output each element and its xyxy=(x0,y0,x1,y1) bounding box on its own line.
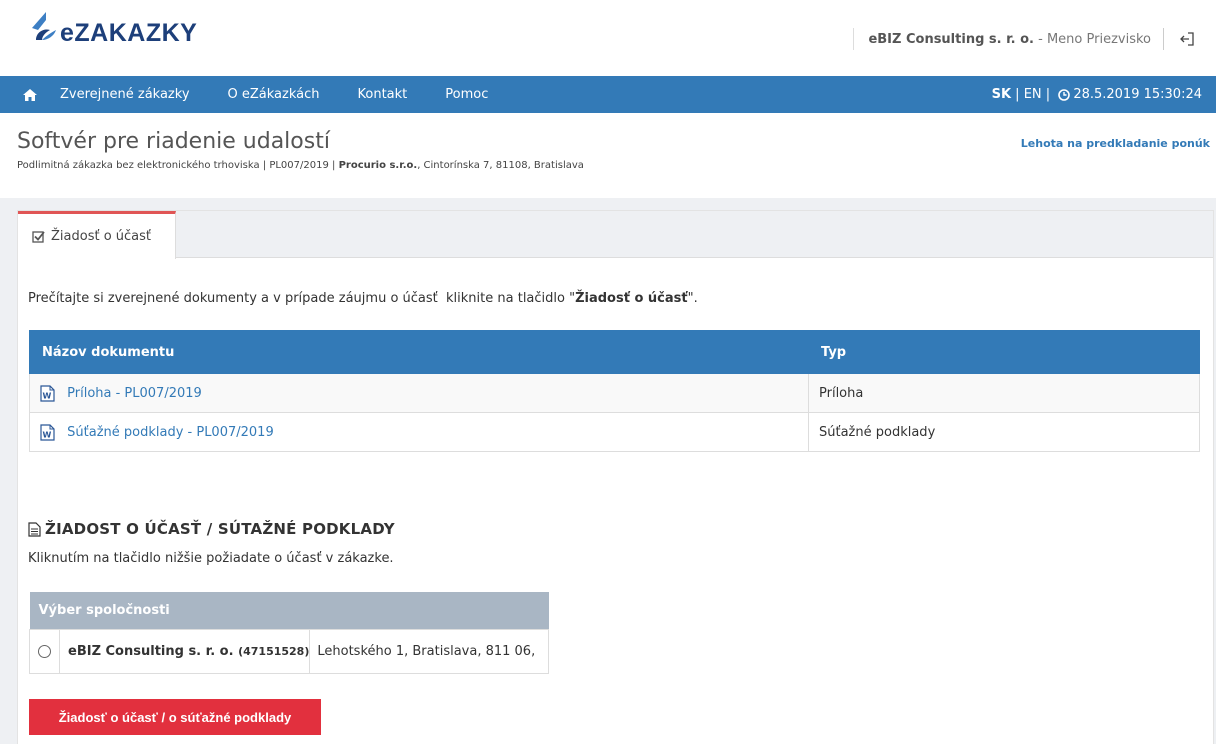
table-row[interactable]: eBIZ Consulting s. r. o. (47151528) Leho… xyxy=(29,628,549,674)
deadline-link[interactable]: Lehota na predkladanie ponúk xyxy=(1021,137,1210,150)
user-box-divider xyxy=(1163,28,1164,50)
title-area: Softvér pre riadenie udalostí Podlimitná… xyxy=(0,113,1216,198)
apply-button[interactable]: Žiadosť o účasť / o súťažné podklady xyxy=(29,699,321,735)
column-header-name: Názov dokumentu xyxy=(29,330,809,374)
table-row: W Príloha - PL007/2019 Príloha xyxy=(29,373,1200,413)
request-title-text: ŽIADOST O ÚČASŤ / SÚTAŽNÉ PODKLADY xyxy=(45,520,395,538)
request-description: Kliknutím na tlačidlo nižšie požiadate o… xyxy=(28,551,394,566)
document-name: Súťažné podklady - PL007/2019 xyxy=(67,424,274,440)
svg-text:W: W xyxy=(43,391,52,400)
tab-label: Žiadosť o účasť xyxy=(51,229,152,244)
subtitle-prefix: Podlimitná zákazka bez elektronického tr… xyxy=(17,160,339,171)
user-box: eBIZ Consulting s. r. o. - Meno Priezvis… xyxy=(853,28,1196,50)
company-address: Lehotského 1, Bratislava, 811 06, xyxy=(309,628,549,674)
tab-ziadost-o-ucast[interactable]: Žiadosť o účasť xyxy=(18,211,176,259)
intro-bold: Žiadosť o účasť xyxy=(575,291,688,306)
nav-item-zverejnene-zakazky[interactable]: Zverejnené zákazky xyxy=(60,87,190,102)
company-select-table: Výber spoločnosti eBIZ Consulting s. r. … xyxy=(29,592,549,674)
request-section-title: ŽIADOST O ÚČASŤ / SÚTAŽNÉ PODKLADY xyxy=(28,520,395,538)
svg-text:W: W xyxy=(43,430,52,439)
company-radio-cell[interactable] xyxy=(29,628,60,674)
company-id: (47151528) xyxy=(238,644,310,658)
page-subtitle: Podlimitná zákazka bez elektronického tr… xyxy=(17,160,584,171)
main-panel: Žiadosť o účasť Prečítajte si zverejnené… xyxy=(17,210,1214,744)
logo[interactable]: eZAKAZKY xyxy=(28,10,197,48)
nav-item-kontakt[interactable]: Kontakt xyxy=(358,87,408,102)
document-icon xyxy=(28,521,41,537)
lang-separator: | xyxy=(1011,87,1024,102)
document-name: Príloha - PL007/2019 xyxy=(67,385,202,401)
company-name: eBIZ Consulting s. r. o. xyxy=(68,643,234,659)
company-table-header: Výber spoločnosti xyxy=(29,592,549,629)
lang-sk[interactable]: SK xyxy=(992,87,1011,102)
user-company[interactable]: eBIZ Consulting s. r. o. xyxy=(868,32,1034,47)
intro-text: Prečítajte si zverejnené dokumenty a v p… xyxy=(28,291,698,306)
word-document-icon: W xyxy=(40,423,55,441)
lang-en[interactable]: EN xyxy=(1024,87,1042,102)
page-title: Softvér pre riadenie udalostí xyxy=(17,129,330,154)
documents-table: Názov dokumentu Typ W Príloha - PL007/20… xyxy=(29,330,1200,452)
company-radio[interactable] xyxy=(38,644,51,658)
company-header-row: Výber spoločnosti xyxy=(29,592,549,629)
intro-before: Prečítajte si zverejnené dokumenty a v p… xyxy=(28,291,576,306)
logo-mark-icon xyxy=(32,12,56,40)
tab-strip xyxy=(18,211,1213,258)
logo-text: eZAKAZKY xyxy=(60,19,198,47)
logout-icon[interactable] xyxy=(1178,30,1196,48)
subtitle-suffix: , Cintorínska 7, 81108, Bratislava xyxy=(417,160,584,171)
nav-home[interactable] xyxy=(0,88,60,101)
company-name-cell: eBIZ Consulting s. r. o. (47151528) xyxy=(58,628,311,674)
user-box-divider-left xyxy=(853,28,855,50)
subtitle-org: Procurio s.r.o. xyxy=(338,160,418,171)
nav-item-o-ezakazkach[interactable]: O eZákazkách xyxy=(228,87,320,102)
top-header: eZAKAZKY eBIZ Consulting s. r. o. - Meno… xyxy=(0,0,1216,76)
column-header-type: Typ xyxy=(808,330,1200,374)
user-name[interactable]: Meno Priezvisko xyxy=(1047,32,1151,47)
user-separator: - xyxy=(1034,31,1047,47)
documents-header-row: Názov dokumentu Typ xyxy=(29,330,1200,374)
table-row: W Súťažné podklady - PL007/2019 Súťažné … xyxy=(29,412,1200,452)
content-area: Žiadosť o účasť Prečítajte si zverejnené… xyxy=(0,198,1216,744)
checkbox-checked-icon xyxy=(32,231,45,243)
document-type: Súťažné podklady xyxy=(808,412,1200,452)
nav-item-pomoc[interactable]: Pomoc xyxy=(445,87,488,102)
main-nav: Zverejnené zákazky O eZákazkách Kontakt … xyxy=(0,76,1216,113)
intro-after: ". xyxy=(687,291,698,306)
document-link[interactable]: W Príloha - PL007/2019 xyxy=(29,373,809,413)
nav-right: SK | EN | 28.5.2019 15:30:24 xyxy=(992,76,1202,113)
clock-icon xyxy=(1058,88,1071,101)
server-datetime: 28.5.2019 15:30:24 xyxy=(1073,87,1202,102)
home-icon xyxy=(23,88,37,101)
document-type: Príloha xyxy=(808,373,1200,413)
lang-separator-2: | xyxy=(1041,87,1055,102)
word-document-icon: W xyxy=(40,384,55,402)
document-link[interactable]: W Súťažné podklady - PL007/2019 xyxy=(29,412,809,452)
